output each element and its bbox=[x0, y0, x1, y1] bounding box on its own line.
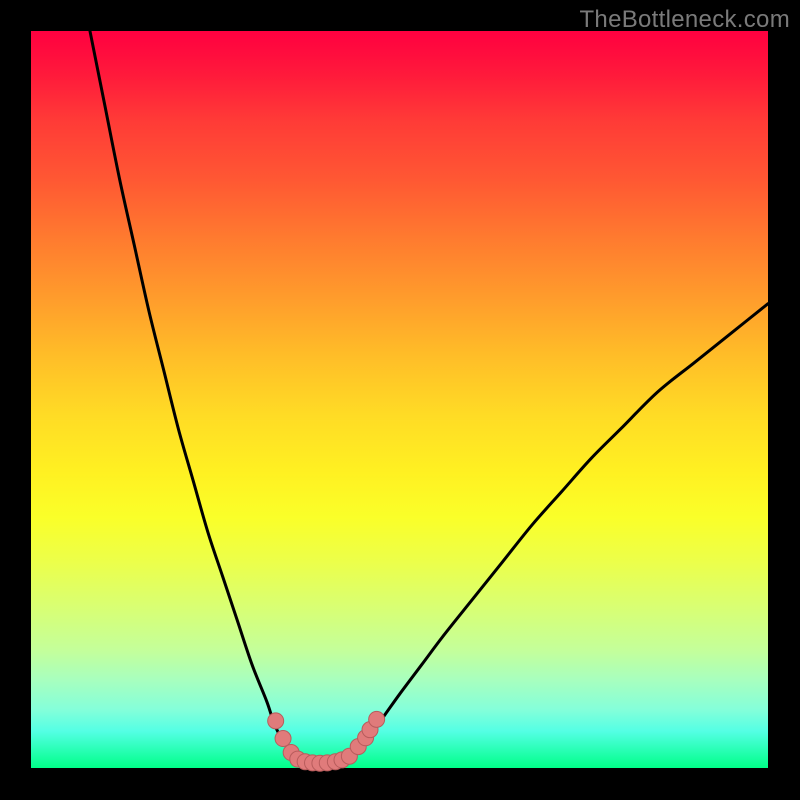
watermark-text: TheBottleneck.com bbox=[579, 6, 790, 34]
plot-gradient-background bbox=[31, 31, 768, 768]
chart-frame: TheBottleneck.com bbox=[0, 0, 800, 800]
